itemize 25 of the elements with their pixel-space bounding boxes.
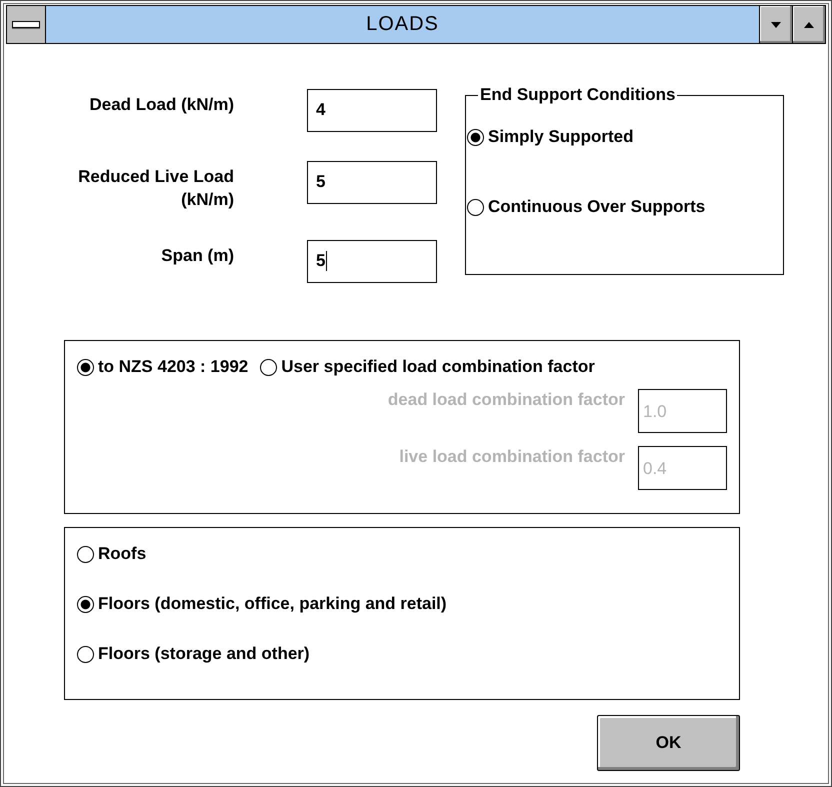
input-field: 1.0 (638, 389, 727, 433)
up-triangle-icon (803, 20, 815, 28)
group-title: End Support Conditions (479, 85, 676, 105)
radio-button[interactable]: Simply Supported (467, 127, 783, 147)
radio-button[interactable]: Continuous Over Supports (467, 197, 783, 217)
input-field[interactable]: 4 (307, 89, 437, 132)
maximize-button[interactable] (792, 6, 825, 43)
field-label: Reduced Live Load (kN/m) (77, 166, 234, 211)
radio-button[interactable]: Roofs (77, 544, 727, 564)
radio-button[interactable]: User specified load combination factor (260, 357, 595, 377)
input-field[interactable]: 5 (307, 240, 437, 283)
radio-button[interactable]: to NZS 4203 : 1992 (77, 357, 248, 377)
field-label: Dead Load (kN/m) (88, 94, 234, 116)
down-triangle-icon (770, 20, 782, 28)
field-label: live load combination factor (399, 446, 625, 467)
ok-button[interactable]: OK (597, 715, 740, 771)
window-title: LOADS (365, 12, 440, 37)
system-menu-button[interactable] (7, 6, 46, 43)
minimize-button[interactable] (759, 6, 792, 43)
field-label: dead load combination factor (388, 389, 625, 410)
radio-button[interactable]: Floors (storage and other) (77, 644, 727, 664)
input-field[interactable]: 5 (307, 161, 437, 204)
input-field: 0.4 (638, 446, 727, 490)
field-label: Span (m) (160, 245, 234, 267)
radio-button[interactable]: Floors (domestic, office, parking and retail) (77, 594, 727, 614)
